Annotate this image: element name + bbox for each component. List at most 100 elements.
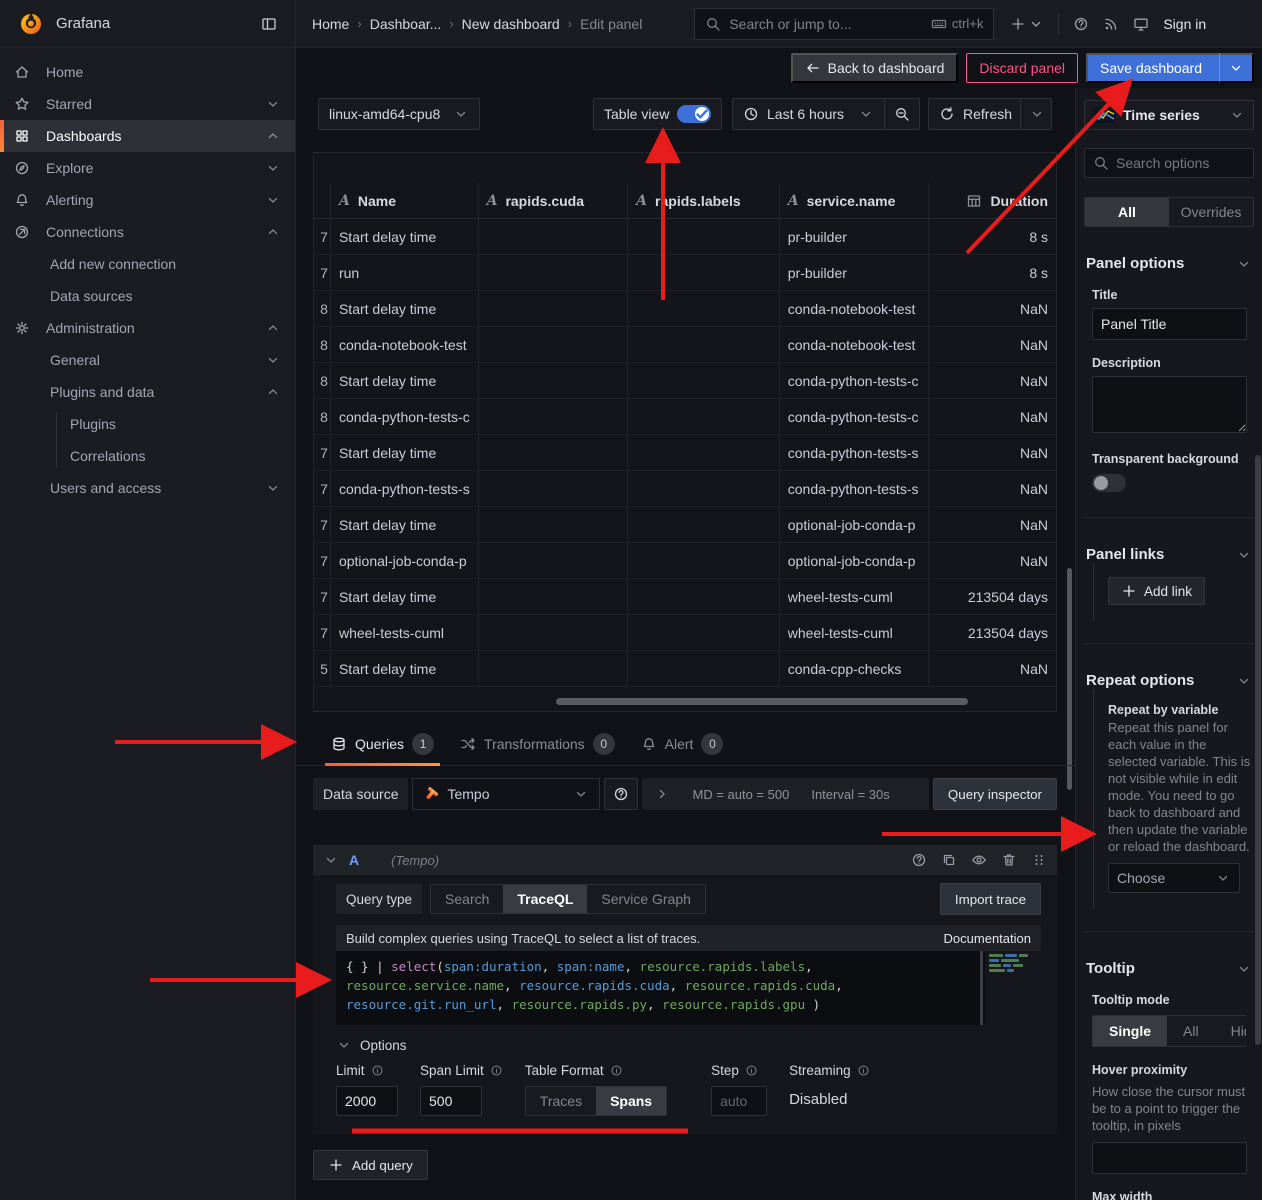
collapse-sidebar-icon[interactable] — [261, 16, 277, 32]
info-icon[interactable] — [610, 1064, 623, 1077]
sidebar-item-explore[interactable]: Explore — [0, 152, 295, 184]
help-icon[interactable] — [911, 852, 927, 868]
transparent-background-toggle[interactable] — [1092, 474, 1126, 492]
documentation-link[interactable]: Documentation — [944, 931, 1031, 946]
breadcrumb-dashboards[interactable]: Dashboar... — [370, 16, 442, 32]
visualization-picker[interactable]: Time series — [1084, 100, 1254, 130]
chevron-down-icon[interactable] — [323, 852, 339, 868]
step-input[interactable] — [711, 1086, 767, 1116]
chevron-down-icon[interactable] — [265, 480, 281, 496]
sign-in-link[interactable]: Sign in — [1163, 16, 1206, 32]
trash-icon[interactable] — [1001, 852, 1017, 868]
sidebar-item-data-sources[interactable]: Data sources — [0, 280, 295, 312]
table-header-service-name[interactable]: Aservice.name — [780, 183, 930, 218]
breadcrumb-new-dashboard[interactable]: New dashboard — [462, 16, 560, 32]
table-header-duration[interactable]: Duration — [929, 183, 1056, 218]
limit-input[interactable] — [336, 1086, 398, 1116]
table-row[interactable]: 8conda-python-tests-cconda-python-tests-… — [314, 399, 1056, 435]
panel-links-header[interactable]: Panel links — [1084, 546, 1254, 563]
chevron-down-icon[interactable] — [265, 96, 281, 112]
datasource-select[interactable]: Tempo — [412, 778, 600, 810]
help-icon[interactable] — [1073, 16, 1089, 32]
new-button[interactable] — [1010, 16, 1044, 32]
panel-options-header[interactable]: Panel options — [1084, 255, 1254, 272]
import-trace-button[interactable]: Import trace — [940, 883, 1041, 915]
drag-handle-icon[interactable] — [1031, 852, 1047, 868]
traceql-code-editor[interactable]: { } | select(span:duration, span:name, r… — [336, 951, 1041, 1025]
table-row[interactable]: 8Start delay timeconda-python-tests-cNaN — [314, 363, 1056, 399]
table-header-rapids-labels[interactable]: Arapids.labels — [628, 183, 780, 218]
table-row[interactable]: 8conda-notebook-testconda-notebook-testN… — [314, 327, 1056, 363]
sidebar-item-home[interactable]: Home — [0, 56, 295, 88]
table-row[interactable]: 7wheel-tests-cumlwheel-tests-cuml213504 … — [314, 615, 1056, 651]
chevron-right-icon[interactable] — [654, 786, 670, 802]
breadcrumb-home[interactable]: Home — [312, 16, 349, 32]
span-limit-input[interactable] — [420, 1086, 482, 1116]
tooltip-mode-single[interactable]: Single — [1093, 1016, 1167, 1046]
repeat-options-header[interactable]: Repeat options — [1084, 672, 1254, 689]
tooltip-header[interactable]: Tooltip — [1084, 960, 1254, 977]
sidebar-item-connections[interactable]: Connections — [0, 216, 295, 248]
monitor-icon[interactable] — [1133, 16, 1149, 32]
hide-response-icon[interactable] — [971, 852, 987, 868]
refresh-button[interactable]: Refresh — [928, 98, 1052, 130]
tab-queries[interactable]: Queries 1 — [325, 733, 440, 765]
zoom-out-time-button[interactable] — [884, 98, 920, 130]
table-row[interactable]: 7Start delay timewheel-tests-cuml213504 … — [314, 579, 1056, 615]
tooltip-mode-all[interactable]: All — [1167, 1016, 1215, 1046]
table-view-toggle[interactable] — [677, 105, 711, 123]
sidebar-item-general[interactable]: General — [0, 344, 295, 376]
table-row[interactable]: 7Start delay timepr-builder8 s — [314, 219, 1056, 255]
info-icon[interactable] — [371, 1064, 384, 1077]
query-type-traceql[interactable]: TraceQL — [503, 885, 587, 913]
time-range-picker[interactable]: Last 6 hours — [732, 98, 885, 130]
query-type-service-graph[interactable]: Service Graph — [587, 885, 704, 913]
sidebar-item-starred[interactable]: Starred — [0, 88, 295, 120]
table-horizontal-scrollbar[interactable] — [556, 698, 968, 705]
table-header-name[interactable]: AName — [331, 183, 479, 218]
save-dashboard-button[interactable]: Save dashboard — [1086, 53, 1254, 83]
repeat-variable-select[interactable]: Choose — [1108, 863, 1240, 893]
table-row[interactable]: 7Start delay timeconda-python-tests-sNaN — [314, 435, 1056, 471]
options-pane-scrollbar[interactable] — [1255, 455, 1261, 1045]
chevron-down-icon[interactable] — [265, 192, 281, 208]
filter-overrides[interactable]: Overrides — [1169, 198, 1253, 226]
chevron-down-icon[interactable] — [265, 160, 281, 176]
table-row[interactable]: 8Start delay timeconda-notebook-testNaN — [314, 291, 1056, 327]
panel-title-input[interactable] — [1092, 308, 1247, 340]
discard-panel-button[interactable]: Discard panel — [966, 53, 1078, 83]
datasource-help-button[interactable] — [604, 778, 638, 810]
save-dashboard-dropdown[interactable] — [1219, 53, 1252, 83]
table-row[interactable]: 7Start delay timeoptional-job-conda-pNaN — [314, 507, 1056, 543]
info-icon[interactable] — [745, 1064, 758, 1077]
options-collapse-header[interactable]: Options — [336, 1037, 1041, 1053]
code-scrollbar[interactable] — [980, 951, 983, 1025]
table-row[interactable]: 7optional-job-conda-poptional-job-conda-… — [314, 543, 1056, 579]
sidebar-item-users-and-access[interactable]: Users and access — [0, 472, 295, 504]
news-icon[interactable] — [1103, 16, 1119, 32]
chevron-down-icon[interactable] — [265, 352, 281, 368]
add-link-button[interactable]: Add link — [1108, 577, 1205, 605]
sidebar-item-alerting[interactable]: Alerting — [0, 184, 295, 216]
tab-transformations[interactable]: Transformations 0 — [454, 733, 621, 765]
panel-variable-select[interactable]: linux-amd64-cpu8 — [318, 98, 480, 130]
global-search-input[interactable]: Search or jump to... ctrl+k — [694, 8, 994, 40]
hover-proximity-input[interactable] — [1092, 1142, 1247, 1174]
chevron-up-icon[interactable] — [265, 320, 281, 336]
table-row[interactable]: 5Start delay timeconda-cpp-checksNaN — [314, 651, 1056, 687]
sidebar-item-correlations[interactable]: Correlations — [0, 440, 295, 472]
query-inspector-button[interactable]: Query inspector — [933, 778, 1057, 810]
sidebar-item-plugins-and-data[interactable]: Plugins and data — [0, 376, 295, 408]
filter-all[interactable]: All — [1085, 198, 1169, 226]
format-traces[interactable]: Traces — [526, 1087, 596, 1115]
chevron-up-icon[interactable] — [265, 128, 281, 144]
chevron-up-icon[interactable] — [265, 384, 281, 400]
tab-alert[interactable]: Alert 0 — [635, 733, 730, 765]
info-icon[interactable] — [857, 1064, 870, 1077]
sidebar-item-dashboards[interactable]: Dashboards — [0, 120, 295, 152]
format-spans[interactable]: Spans — [596, 1087, 666, 1115]
description-textarea[interactable] — [1092, 376, 1247, 433]
tooltip-mode-hidden[interactable]: Hidden — [1215, 1016, 1246, 1046]
chevron-up-icon[interactable] — [265, 224, 281, 240]
table-row[interactable]: 7runpr-builder8 s — [314, 255, 1056, 291]
